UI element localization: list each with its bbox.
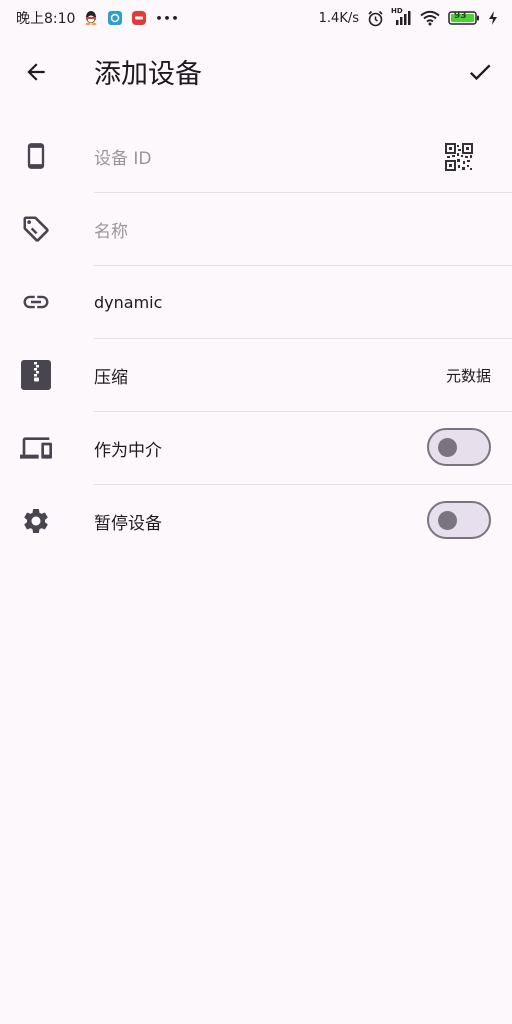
link-icon [18,284,54,320]
battery-icon: 93 [448,10,480,26]
scan-qr-button[interactable] [442,140,476,174]
status-time: 晚上8:10 [16,11,76,27]
app-bar: 添加设备 [0,36,512,108]
charging-icon [488,10,498,26]
device-id-input[interactable]: 设备 ID [94,120,152,193]
devices-icon [18,430,54,466]
status-bar: 晚上8:10 ••• 1.4K/s HD 93 [0,0,512,36]
device-id-row: 设备 ID [0,120,512,193]
pause-device-row: 暂停设备 [0,485,512,558]
pause-device-label: 暂停设备 [94,514,162,534]
address-row[interactable]: dynamic [0,266,512,339]
wifi-icon [420,10,440,26]
pause-device-switch[interactable] [427,501,491,539]
alarm-icon [367,10,384,27]
save-button[interactable] [462,54,498,90]
battery-level: 93 [454,11,467,21]
name-placeholder: 名称 [94,222,128,242]
compression-value: 元数据 [445,367,491,385]
phone-icon [18,138,54,174]
compression-row[interactable]: 压缩 元数据 [0,339,512,412]
qr-code-icon [445,143,473,171]
page-title: 添加设备 [94,59,202,90]
arrow-back-icon [27,63,45,81]
back-button[interactable] [18,54,54,90]
compression-label: 压缩 [94,368,128,388]
qq-icon [83,10,99,26]
zip-archive-icon [18,357,54,393]
address-value: dynamic [94,293,163,312]
switch-thumb [438,511,457,530]
device-id-placeholder: 设备 ID [94,149,152,169]
app-notification-icon [107,10,123,26]
gear-icon [18,503,54,539]
video-app-icon [131,10,147,26]
switch-thumb [438,438,457,457]
label-tag-icon [18,211,54,247]
check-icon [469,64,491,81]
signal-icon: HD [391,7,412,26]
hd-badge: HD [391,7,403,15]
network-speed: 1.4K/s [318,10,359,26]
more-notifications-icon: ••• [155,11,180,25]
introducer-switch[interactable] [427,428,491,466]
introducer-label: 作为中介 [94,441,162,461]
name-input[interactable]: 名称 [94,193,128,266]
introducer-row: 作为中介 [0,412,512,485]
name-row: 名称 [0,193,512,266]
